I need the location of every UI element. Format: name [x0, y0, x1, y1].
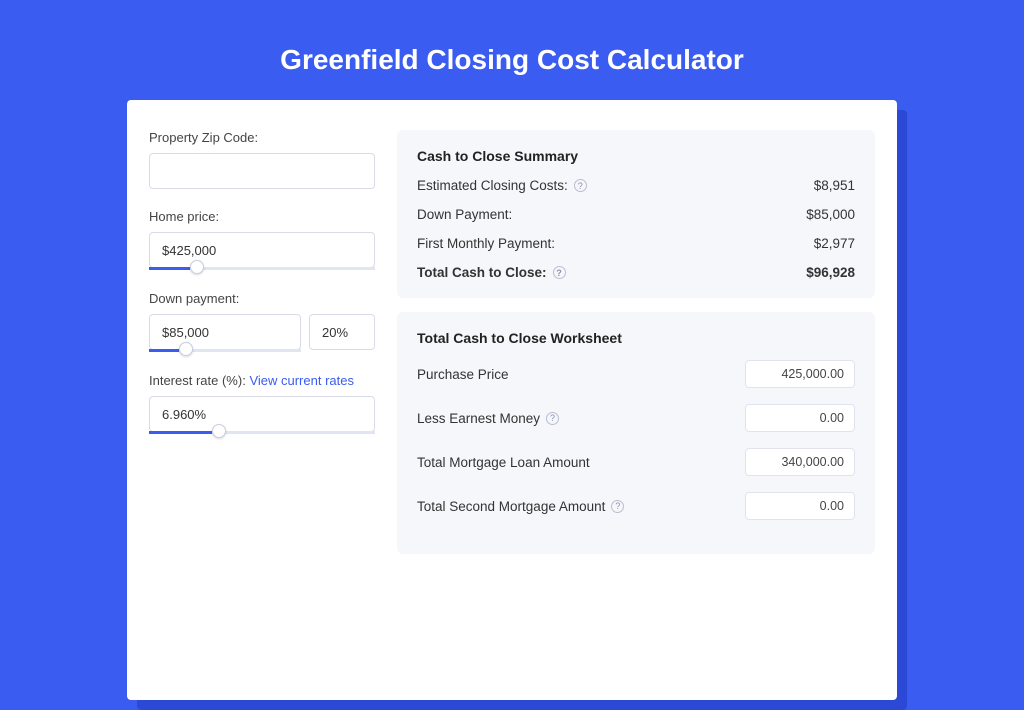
help-icon[interactable]: ?: [574, 179, 587, 192]
summary-row: Total Cash to Close:? $96,928: [417, 265, 855, 280]
worksheet-label-text: Less Earnest Money: [417, 411, 540, 426]
worksheet-row-input[interactable]: [745, 360, 855, 388]
summary-row-label: Estimated Closing Costs:?: [417, 178, 587, 193]
summary-row-value: $96,928: [806, 265, 855, 280]
view-rates-link[interactable]: View current rates: [249, 373, 354, 388]
down-payment-slider-wrap: [149, 314, 301, 353]
down-payment-input[interactable]: [149, 314, 301, 350]
summary-row-value: $8,951: [814, 178, 855, 193]
worksheet-label-text: Total Second Mortgage Amount: [417, 499, 605, 514]
worksheet-row-label: Less Earnest Money?: [417, 411, 559, 426]
summary-row-label: Total Cash to Close:?: [417, 265, 566, 280]
results-column: Cash to Close Summary Estimated Closing …: [397, 130, 875, 678]
home-price-group: Home price:: [149, 209, 375, 271]
zip-group: Property Zip Code:: [149, 130, 375, 189]
page-title: Greenfield Closing Cost Calculator: [0, 0, 1024, 100]
help-icon[interactable]: ?: [553, 266, 566, 279]
worksheet-row-label: Purchase Price: [417, 367, 509, 382]
summary-panel: Cash to Close Summary Estimated Closing …: [397, 130, 875, 298]
interest-rate-input[interactable]: [149, 396, 375, 432]
home-price-slider-fill: [149, 267, 190, 270]
interest-rate-group: Interest rate (%): View current rates: [149, 373, 375, 435]
down-payment-group: Down payment:: [149, 291, 375, 353]
home-price-label: Home price:: [149, 209, 375, 224]
zip-label: Property Zip Code:: [149, 130, 375, 145]
interest-rate-label-row: Interest rate (%): View current rates: [149, 373, 375, 388]
home-price-input[interactable]: [149, 232, 375, 268]
summary-title: Cash to Close Summary: [417, 148, 855, 164]
summary-label-text: Estimated Closing Costs:: [417, 178, 568, 193]
worksheet-label-text: Purchase Price: [417, 367, 509, 382]
summary-row-value: $85,000: [806, 207, 855, 222]
summary-label-text: Total Cash to Close:: [417, 265, 547, 280]
home-price-slider[interactable]: [149, 267, 375, 270]
summary-row-label: Down Payment:: [417, 207, 512, 222]
interest-rate-label: Interest rate (%):: [149, 373, 246, 388]
worksheet-row-input[interactable]: [745, 404, 855, 432]
summary-label-text: First Monthly Payment:: [417, 236, 555, 251]
summary-label-text: Down Payment:: [417, 207, 512, 222]
interest-rate-slider-wrap: [149, 396, 375, 435]
summary-row-value: $2,977: [814, 236, 855, 251]
down-payment-row: [149, 314, 375, 353]
worksheet-row: Total Second Mortgage Amount?: [417, 492, 855, 520]
worksheet-row-input[interactable]: [745, 492, 855, 520]
summary-row: Down Payment: $85,000: [417, 207, 855, 222]
down-payment-slider[interactable]: [149, 349, 301, 352]
down-payment-label: Down payment:: [149, 291, 375, 306]
worksheet-row: Total Mortgage Loan Amount: [417, 448, 855, 476]
worksheet-panel: Total Cash to Close Worksheet Purchase P…: [397, 312, 875, 554]
worksheet-row: Purchase Price: [417, 360, 855, 388]
home-price-slider-thumb[interactable]: [190, 260, 204, 274]
zip-input[interactable]: [149, 153, 375, 189]
help-icon[interactable]: ?: [546, 412, 559, 425]
interest-rate-slider[interactable]: [149, 431, 375, 434]
summary-row: First Monthly Payment: $2,977: [417, 236, 855, 251]
summary-row-label: First Monthly Payment:: [417, 236, 555, 251]
help-icon[interactable]: ?: [611, 500, 624, 513]
interest-rate-slider-fill: [149, 431, 212, 434]
home-price-slider-wrap: [149, 232, 375, 271]
down-payment-slider-fill: [149, 349, 179, 352]
down-payment-slider-thumb[interactable]: [179, 342, 193, 356]
worksheet-row: Less Earnest Money?: [417, 404, 855, 432]
interest-rate-slider-thumb[interactable]: [212, 424, 226, 438]
down-payment-pct-input[interactable]: [309, 314, 375, 350]
summary-row: Estimated Closing Costs:? $8,951: [417, 178, 855, 193]
calculator-card-wrap: Property Zip Code: Home price: Down paym…: [127, 100, 897, 700]
worksheet-row-input[interactable]: [745, 448, 855, 476]
inputs-column: Property Zip Code: Home price: Down paym…: [149, 130, 375, 678]
calculator-card: Property Zip Code: Home price: Down paym…: [127, 100, 897, 700]
worksheet-row-label: Total Second Mortgage Amount?: [417, 499, 624, 514]
worksheet-label-text: Total Mortgage Loan Amount: [417, 455, 590, 470]
worksheet-title: Total Cash to Close Worksheet: [417, 330, 855, 346]
worksheet-row-label: Total Mortgage Loan Amount: [417, 455, 590, 470]
